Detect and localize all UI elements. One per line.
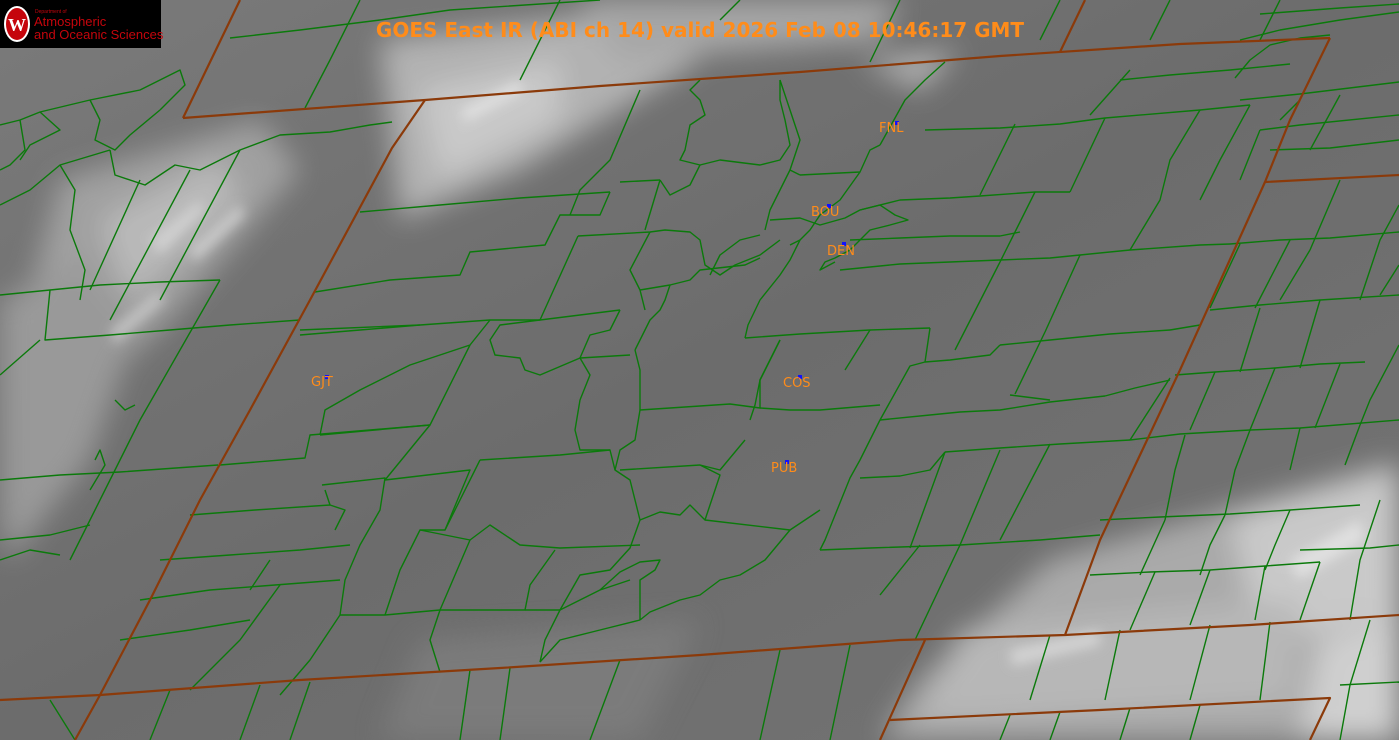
uw-crest-icon: W (4, 6, 30, 42)
logo-line2: and Oceanic Sciences (34, 27, 164, 42)
station-label: PUB (771, 461, 797, 476)
satellite-map: GOES East IR (ABI ch 14) valid 2026 Feb … (0, 0, 1399, 740)
ir-satellite-image: GOES East IR (ABI ch 14) valid 2026 Feb … (0, 0, 1399, 740)
station-label: FNL (879, 121, 904, 136)
station-cos[interactable]: COS (783, 375, 811, 391)
crest-letter: W (8, 15, 26, 35)
station-bou[interactable]: BOU (811, 204, 839, 220)
map-title: GOES East IR (ABI ch 14) valid 2026 Feb … (376, 18, 1025, 42)
station-label: COS (783, 376, 811, 391)
station-pub[interactable]: PUB (771, 460, 797, 476)
station-label: BOU (811, 205, 839, 220)
station-gjt[interactable]: GJT (311, 375, 333, 390)
station-label: GJT (311, 375, 333, 390)
station-fnl[interactable]: FNL (879, 121, 904, 136)
station-label: DEN (827, 244, 855, 259)
uw-aos-logo[interactable]: W Department of Atmospheric and Oceanic … (0, 0, 164, 48)
station-den[interactable]: DEN (827, 242, 855, 259)
